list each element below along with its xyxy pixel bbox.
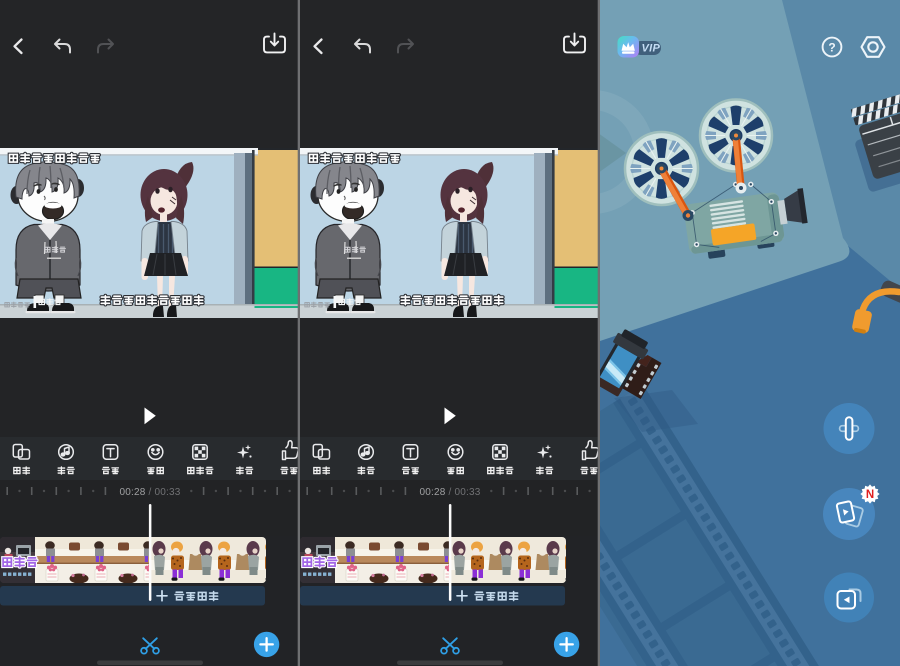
svg-text:00:28 / 00:33: 00:28 / 00:33	[120, 487, 181, 498]
svg-text:VIP: VIP	[642, 43, 661, 55]
svg-text:N: N	[866, 489, 874, 501]
svg-text:?: ?	[828, 41, 835, 55]
